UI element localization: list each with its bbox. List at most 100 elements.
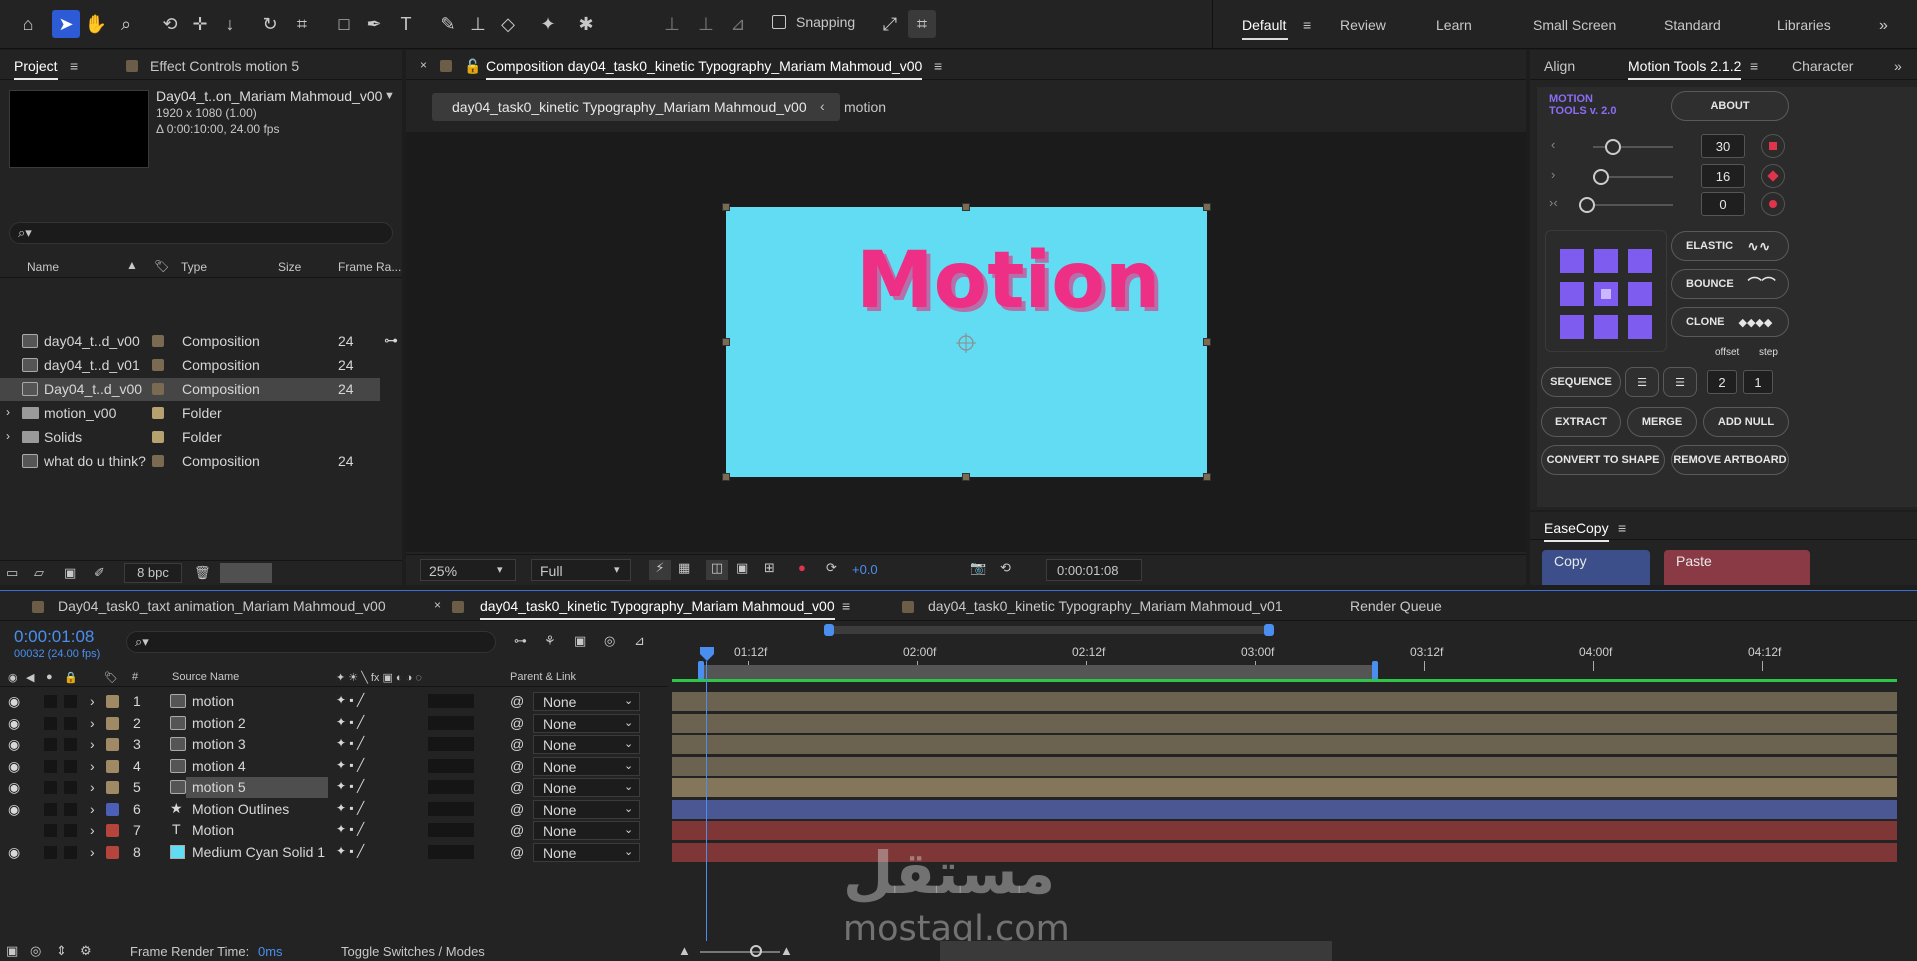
- fast-previews-icon[interactable]: ⚡: [649, 560, 671, 580]
- workspace-libraries[interactable]: Libraries: [1777, 17, 1831, 33]
- transform-handle-bl[interactable]: [722, 473, 730, 481]
- extract-button[interactable]: EXTRACT: [1541, 407, 1621, 437]
- layer-expand-icon[interactable]: ›: [90, 693, 95, 709]
- col-parent-link[interactable]: Parent & Link: [510, 671, 576, 683]
- solo-toggle[interactable]: [44, 781, 57, 794]
- channel-icon[interactable]: ●: [798, 560, 806, 575]
- workspace-default[interactable]: Default: [1242, 17, 1286, 33]
- timeline-zoom-knob[interactable]: [750, 945, 762, 957]
- layer-source-name[interactable]: motion 4: [192, 758, 246, 774]
- pen-tool-icon[interactable]: ✒: [360, 10, 388, 38]
- snap-expand-icon[interactable]: ⤢: [876, 10, 904, 38]
- col-type[interactable]: Type: [181, 260, 207, 274]
- orbit-camera-icon[interactable]: ⟲: [156, 10, 184, 38]
- type-tool-icon[interactable]: T: [392, 10, 420, 38]
- timeline-menu-icon[interactable]: ≡: [842, 598, 850, 614]
- current-time-field[interactable]: 0:00:01:08: [1046, 559, 1142, 581]
- layer-switches-icons[interactable]: ✦ ▪ ╱: [336, 844, 364, 858]
- layer-label-swatch[interactable]: [106, 781, 119, 794]
- lock-icon[interactable]: 🔓: [464, 58, 481, 75]
- layer-source-name[interactable]: motion: [192, 693, 234, 709]
- work-area-start-handle[interactable]: [698, 661, 704, 681]
- lock-toggle[interactable]: [64, 759, 77, 773]
- mask-visibility-icon[interactable]: ◫: [706, 560, 728, 580]
- workspace-learn[interactable]: Learn: [1436, 17, 1472, 33]
- comp-breadcrumb[interactable]: day04_task0_kinetic Typography_Mariam Ma…: [432, 93, 840, 121]
- transform-handle-mr[interactable]: [1203, 338, 1211, 346]
- rectangle-tool-icon[interactable]: □: [330, 10, 358, 38]
- layer-mode-toggles[interactable]: [428, 801, 474, 816]
- pick-whip-icon[interactable]: @: [510, 758, 524, 774]
- brush-tool-icon[interactable]: ✎: [434, 10, 462, 38]
- lock-toggle[interactable]: [64, 802, 77, 816]
- layer-row[interactable]: ◉ › 2 motion 2 ✦ ▪ ╱ @ None ⌄: [0, 713, 668, 734]
- copy-button[interactable]: Copy: [1542, 550, 1650, 585]
- layer-duration-bar[interactable]: [672, 821, 1897, 840]
- convert-to-shape-button[interactable]: CONVERT TO SHAPE: [1541, 445, 1665, 475]
- solo-toggle[interactable]: [44, 845, 57, 859]
- tab-character[interactable]: Character: [1792, 58, 1853, 74]
- transparency-grid-icon[interactable]: ▦: [678, 560, 690, 576]
- solo-toggle[interactable]: [44, 802, 57, 816]
- add-null-button[interactable]: ADD NULL: [1703, 407, 1789, 437]
- hide-shy-layers-icon[interactable]: ▣: [574, 633, 586, 649]
- visibility-eye-icon[interactable]: ◉: [8, 801, 20, 818]
- roto-brush-tool-icon[interactable]: ✦: [534, 10, 562, 38]
- ease-out-apply-icon[interactable]: [1761, 164, 1785, 188]
- layer-switches-icons[interactable]: ✦ ▪ ╱: [336, 779, 364, 793]
- layer-row[interactable]: ◉ › 3 motion 3 ✦ ▪ ╱ @ None ⌄: [0, 734, 668, 755]
- workspace-review[interactable]: Review: [1340, 17, 1386, 33]
- scroll-end-handle[interactable]: [1264, 624, 1274, 636]
- layer-expand-icon[interactable]: ›: [90, 715, 95, 731]
- timeline-horizontal-scrollbar[interactable]: [940, 941, 1332, 961]
- layer-expand-icon[interactable]: ›: [90, 779, 95, 795]
- layer-duration-bar[interactable]: [672, 799, 1897, 819]
- motion-text-layer[interactable]: Motion Motion: [726, 207, 1207, 477]
- selection-tool-icon[interactable]: ➤: [52, 10, 80, 38]
- paste-button[interactable]: Paste: [1664, 550, 1810, 585]
- pick-whip-icon[interactable]: @: [510, 693, 524, 709]
- new-composition-icon[interactable]: ▣: [64, 565, 76, 581]
- layer-switches-icons[interactable]: ✦ ▪ ╱: [336, 822, 364, 836]
- scroll-start-handle[interactable]: [824, 624, 834, 636]
- layer-source-name[interactable]: Motion: [192, 822, 234, 838]
- project-item-label-swatch[interactable]: [152, 455, 164, 467]
- frame-blending-icon[interactable]: ◎: [604, 633, 615, 649]
- anchor-point-tool-icon[interactable]: ⌗: [288, 10, 316, 38]
- expand-arrow-icon[interactable]: ›: [6, 405, 10, 419]
- snapping-toggle[interactable]: Snapping: [772, 14, 855, 30]
- layer-row[interactable]: ◉ › 6 ★ Motion Outlines ✦ ▪ ╱ @ None ⌄: [0, 799, 668, 820]
- layer-label-swatch[interactable]: [106, 716, 119, 730]
- workspace-standard[interactable]: Standard: [1664, 17, 1721, 33]
- visibility-eye-icon[interactable]: ◉: [8, 693, 20, 710]
- timeline-tab-3[interactable]: day04_task0_kinetic Typography_Mariam Ma…: [928, 598, 1283, 614]
- tab-effect-controls[interactable]: Effect Controls motion 5: [150, 58, 299, 74]
- col-source-name[interactable]: Source Name: [172, 671, 239, 683]
- tab-easecopy[interactable]: EaseCopy: [1544, 520, 1609, 542]
- tab-render-queue[interactable]: Render Queue: [1350, 598, 1442, 614]
- layer-label-swatch[interactable]: [106, 824, 119, 837]
- anchor-grid-icons[interactable]: [1546, 231, 1668, 353]
- lock-toggle[interactable]: [64, 781, 77, 794]
- current-time-indicator[interactable]: [706, 661, 707, 941]
- layer-switches-icons[interactable]: ✦ ▪ ╱: [336, 715, 364, 729]
- layer-label-swatch[interactable]: [106, 845, 119, 859]
- project-color-swatch[interactable]: [220, 563, 272, 583]
- layer-expand-icon[interactable]: ›: [90, 736, 95, 752]
- pan-camera-icon[interactable]: ✛: [186, 10, 214, 38]
- layer-mode-toggles[interactable]: [428, 823, 474, 837]
- timeline-tab-2[interactable]: day04_task0_kinetic Typography_Mariam Ma…: [480, 598, 835, 620]
- lock-col-icon[interactable]: 🔒: [64, 671, 78, 684]
- motion-tools-menu-icon[interactable]: ≡: [1750, 58, 1758, 74]
- layer-row[interactable]: ◉ › 1 motion ✦ ▪ ╱ @ None ⌄: [0, 691, 668, 712]
- toggle-switches-modes[interactable]: Toggle Switches / Modes: [341, 944, 485, 959]
- col-name[interactable]: Name: [27, 260, 59, 274]
- project-search-input[interactable]: ⌕▾: [9, 222, 393, 244]
- layer-source-name[interactable]: motion 3: [192, 736, 246, 752]
- project-item-label-swatch[interactable]: [152, 431, 164, 443]
- timeline-tab-1[interactable]: Day04_task0_taxt animation_Mariam Mahmou…: [58, 598, 386, 614]
- zoom-out-icon[interactable]: ▲: [678, 943, 691, 958]
- zoom-in-icon[interactable]: ▲: [780, 943, 793, 958]
- easecopy-menu-icon[interactable]: ≡: [1618, 520, 1626, 536]
- transform-handle-tm[interactable]: [962, 203, 970, 211]
